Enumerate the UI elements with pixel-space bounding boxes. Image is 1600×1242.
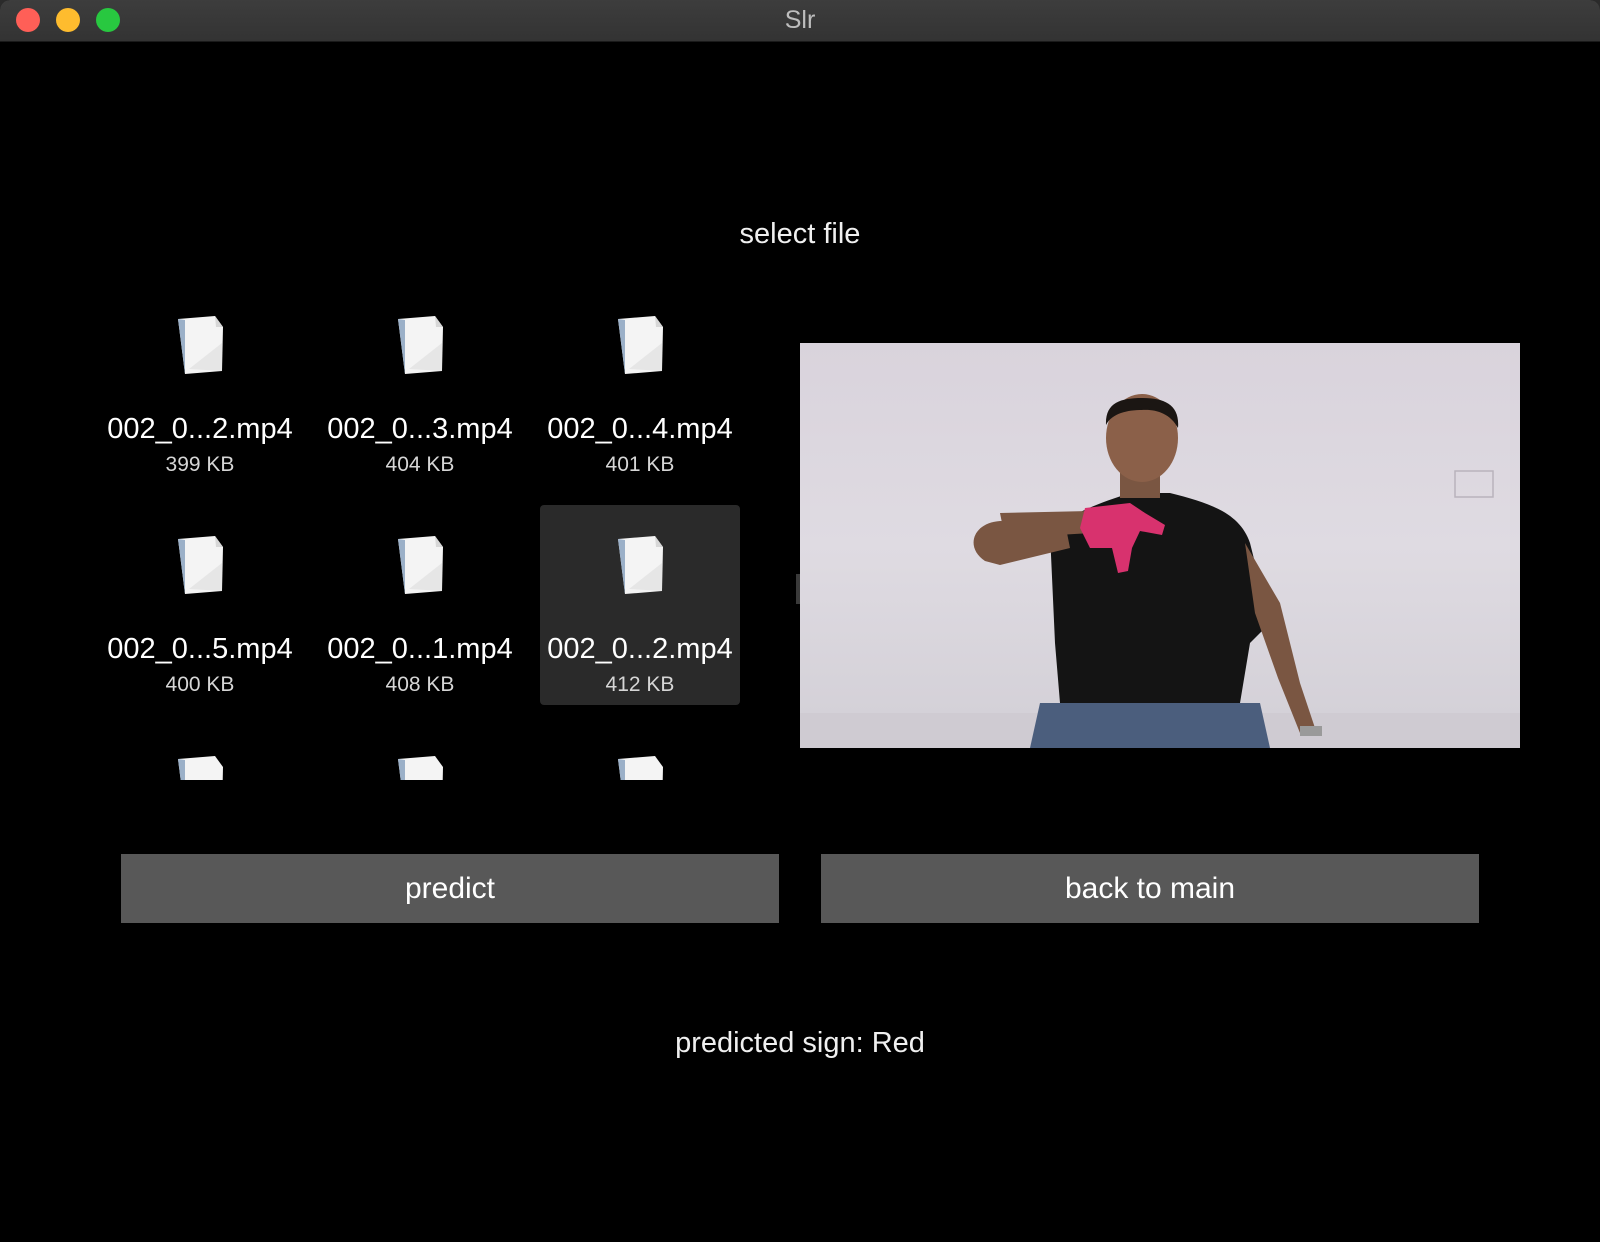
file-name: 002_0...2.mp4 [547, 633, 733, 665]
document-icon [618, 756, 663, 780]
file-size: 399 KB [165, 453, 235, 476]
file-item[interactable] [100, 745, 300, 780]
document-icon [398, 316, 443, 374]
window-title: Slr [784, 6, 816, 34]
file-name: 002_0...5.mp4 [107, 633, 293, 665]
document-icon [618, 536, 663, 594]
file-size: 400 KB [165, 673, 235, 696]
document-icon [618, 316, 663, 374]
file-item-selected[interactable]: 002_0...2.mp4 412 KB [540, 505, 740, 705]
title-bar[interactable]: Slr [0, 0, 1600, 42]
document-icon [178, 536, 223, 594]
file-size: 408 KB [385, 673, 455, 696]
file-name: 002_0...2.mp4 [107, 413, 293, 445]
file-chooser[interactable]: 002_0...2.mp4 399 KB 002_0...3.mp4 404 K… [100, 305, 760, 780]
signer-figure [800, 394, 1520, 748]
predict-button[interactable]: predict [121, 854, 779, 923]
main-content: select file 002_0...2.mp4 399 KB 002_0..… [0, 42, 1600, 1242]
document-icon [398, 756, 443, 780]
file-size: 412 KB [605, 673, 675, 696]
file-size: 401 KB [605, 453, 675, 476]
file-item[interactable]: 002_0...4.mp4 401 KB [540, 305, 740, 505]
file-name: 002_0...4.mp4 [547, 413, 733, 445]
file-item[interactable]: 002_0...3.mp4 404 KB [320, 305, 520, 505]
prediction-label: predicted sign: Red [675, 1027, 925, 1059]
file-item[interactable]: 002_0...1.mp4 408 KB [320, 525, 520, 725]
file-name: 002_0...3.mp4 [327, 413, 513, 445]
file-item[interactable]: 002_0...5.mp4 400 KB [100, 525, 300, 725]
page-title: select file [739, 218, 861, 250]
file-item[interactable] [320, 745, 520, 780]
app-window: Slr select file 002_0...2.mp4 399 KB 002… [0, 0, 1600, 1242]
file-name: 002_0...1.mp4 [327, 633, 513, 665]
video-preview [800, 343, 1520, 748]
file-item[interactable] [540, 745, 740, 780]
document-icon [398, 536, 443, 594]
file-size: 404 KB [385, 453, 455, 476]
document-icon [178, 316, 223, 374]
file-item[interactable]: 002_0...2.mp4 399 KB [100, 305, 300, 505]
back-to-main-button[interactable]: back to main [821, 854, 1479, 923]
document-icon [178, 756, 223, 780]
